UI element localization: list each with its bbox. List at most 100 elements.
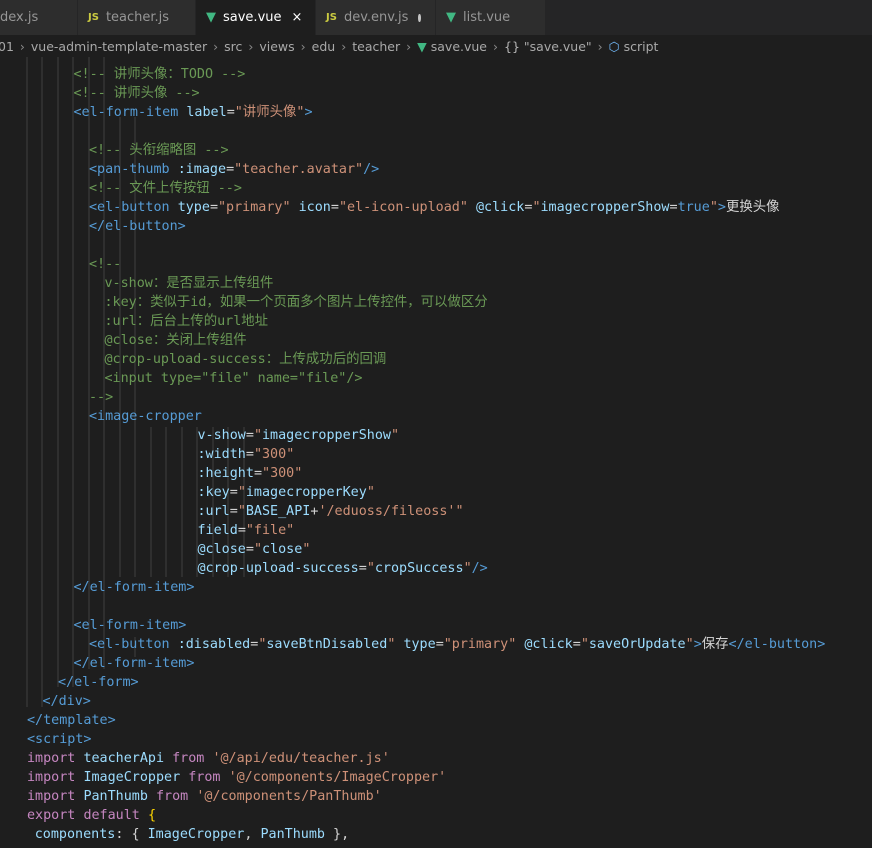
breadcrumb-item[interactable]: src <box>224 39 242 54</box>
code-line: </el-form-item> <box>74 578 195 597</box>
breadcrumb-item[interactable]: script <box>624 39 659 54</box>
code-line: <el-form-item label="讲师头像"> <box>74 103 313 122</box>
code-line: <!-- 讲师头像：TODO --> <box>74 65 246 84</box>
code-token: " <box>366 485 375 500</box>
code-token: v-show：是否显示上传组件 <box>104 276 274 291</box>
tab-save-vue[interactable]: ▼ save.vue × <box>196 0 316 35</box>
chevron-right-icon: › <box>248 38 254 54</box>
code-line: </el-button> <box>89 217 186 236</box>
code-token: :key <box>197 485 230 500</box>
code-token: " <box>262 466 271 481</box>
code-line: import ImageCropper from '@/components/I… <box>27 768 446 787</box>
breadcrumb-item[interactable]: views <box>259 39 294 54</box>
breadcrumb-item[interactable]: teacher <box>352 39 400 54</box>
breadcrumb-item[interactable]: "save.vue" <box>524 39 592 54</box>
code-token: > <box>693 637 702 652</box>
code-token: " <box>237 504 246 519</box>
code-token: " <box>463 561 472 576</box>
chevron-right-icon: › <box>341 38 347 54</box>
code-token: imagecropperKey <box>245 485 367 500</box>
code-token: </div> <box>42 694 91 709</box>
code-token: ImageCropper <box>147 827 245 842</box>
breadcrumb-item[interactable]: edu <box>312 39 336 54</box>
code-token: field <box>197 523 238 538</box>
unsaved-dot-icon[interactable] <box>418 13 421 22</box>
code-token: cropSuccess <box>374 561 464 576</box>
breadcrumb-item[interactable]: save.vue <box>431 39 487 54</box>
code-line: </el-form-item> <box>74 654 195 673</box>
code-line: :key：类似于id，如果一个页面多个图片上传控件，可以做区分 <box>105 293 488 312</box>
code-token: <input type="file" name="file"/> <box>104 371 363 386</box>
code-token: "el-icon-upload" <box>338 200 468 215</box>
symbol-cube-icon: ⬡ <box>608 38 620 54</box>
code-token: <!-- <box>89 257 122 272</box>
code-token: :url <box>197 504 230 519</box>
code-token: <el-form-item> <box>73 618 187 633</box>
code-token: ImageCropper <box>83 770 181 785</box>
code-token: = <box>237 523 246 538</box>
code-token: "primary" <box>218 200 291 215</box>
js-file-icon: JS <box>326 12 337 23</box>
code-token: :width <box>197 447 246 462</box>
close-icon[interactable]: × <box>292 10 303 25</box>
code-token: = <box>226 162 235 177</box>
code-token: , <box>244 827 261 842</box>
code-token: '@/api/edu/teacher.js' <box>212 751 390 766</box>
tab-label: save.vue <box>223 10 282 25</box>
code-token: = <box>572 637 581 652</box>
code-token: > <box>717 200 726 215</box>
breadcrumb-item[interactable]: 01 <box>0 39 14 54</box>
tab-label: dev.env.js <box>343 10 409 25</box>
code-token: teacherApi <box>83 751 165 766</box>
code-editor[interactable]: <!-- 讲师头像：TODO --> <!-- 讲师头像 --> <el-form-… <box>0 57 872 848</box>
code-token: = <box>358 561 367 576</box>
code-token: saveBtnDisabled <box>266 637 388 652</box>
code-token: <script> <box>27 732 92 747</box>
editor-tab-bar: dex.js JS teacher.js ▼ save.vue × JS dev.env.js… <box>0 0 872 35</box>
code-line: @close="close" <box>198 540 311 559</box>
code-token: 300 <box>270 466 295 481</box>
code-token: > <box>304 105 313 120</box>
code-token: = <box>245 428 254 443</box>
breadcrumb: 01 › vue-admin-template-master › src › views › e… <box>0 35 872 57</box>
code-line: </div> <box>43 692 91 711</box>
code-token: <!-- 头衔缩略图 --> <box>89 143 229 158</box>
code-token: <el-form-item <box>73 105 179 120</box>
code-line: @crop-upload-success：上传成功后的回调 <box>105 350 387 369</box>
code-line: <el-button type="primary" icon="el-icon-… <box>89 198 780 217</box>
code-token: import <box>27 751 76 766</box>
code-line: :url="BASE_API+'/eduoss/fileoss'" <box>198 502 464 521</box>
code-token: from <box>188 770 221 785</box>
code-token: " <box>302 542 311 557</box>
tab-dev-env-js[interactable]: JS dev.env.js <box>316 0 436 35</box>
tab-teacher-js[interactable]: JS teacher.js <box>78 0 196 35</box>
code-token: " <box>709 200 718 215</box>
code-line: export default { <box>27 806 156 825</box>
code-token: :url：后台上传的url地址 <box>104 314 269 329</box>
vue-file-icon: ▼ <box>206 10 216 25</box>
code-token: /> <box>471 561 488 576</box>
code-token: v-show <box>197 428 246 443</box>
code-line: import PanThumb from '@/components/PanTh… <box>27 787 382 806</box>
code-token: from <box>172 751 205 766</box>
tab-list-vue[interactable]: ▼ list.vue <box>436 0 546 35</box>
code-line: <!-- <box>89 255 121 274</box>
tab-label: list.vue <box>463 10 511 25</box>
code-token: type <box>177 200 210 215</box>
code-token: = <box>229 485 238 500</box>
breadcrumb-item[interactable]: vue-admin-template-master <box>31 39 207 54</box>
code-token: <!-- 讲师头像：TODO --> <box>73 67 246 82</box>
code-token: "讲师头像" <box>234 105 305 120</box>
code-token: "teacher.avatar" <box>234 162 364 177</box>
tab-dex-js[interactable]: dex.js <box>0 0 78 35</box>
tab-label: teacher.js <box>105 10 170 25</box>
code-token: </el-button> <box>728 637 826 652</box>
code-token: 更换头像 <box>725 200 780 215</box>
